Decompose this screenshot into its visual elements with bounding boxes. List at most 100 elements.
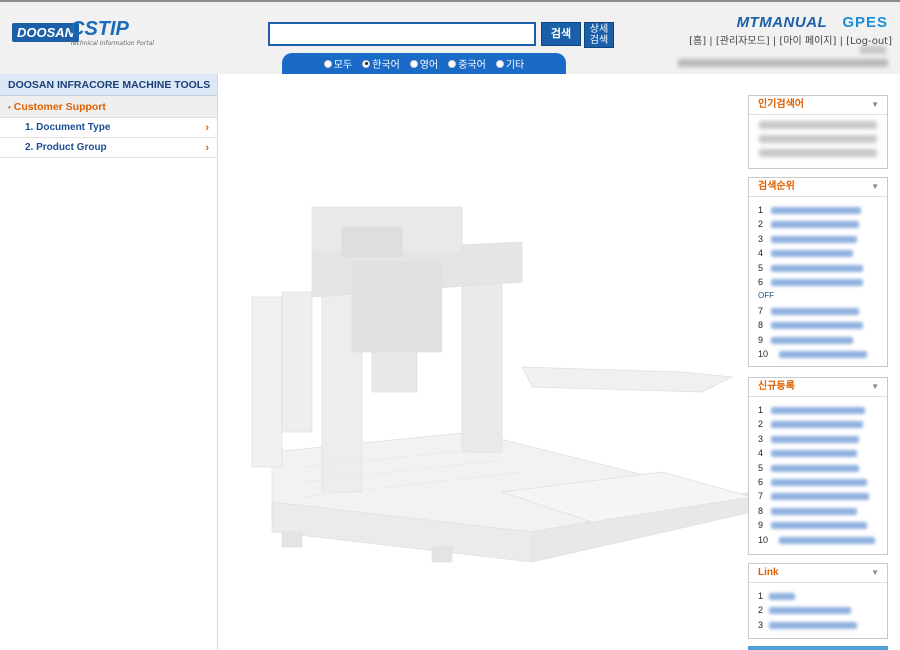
new-item-link-blurred[interactable] <box>771 450 857 458</box>
chevron-down-icon[interactable]: ▼ <box>871 178 879 196</box>
rank-number: 10 <box>758 348 769 359</box>
list-item[interactable]: 9 <box>749 333 887 347</box>
new-item-link-blurred[interactable] <box>771 478 867 486</box>
widget-title: 검색순위 ▼ <box>749 178 887 197</box>
link-item-blurred[interactable] <box>769 621 857 629</box>
item-number: 5 <box>758 462 764 473</box>
user-name-blurred <box>860 46 886 54</box>
sidebar-item-label: 1. Document Type <box>25 122 111 133</box>
rank-link-blurred[interactable] <box>771 207 861 214</box>
list-item[interactable]: 5 <box>749 461 887 475</box>
link-separator: | <box>839 36 843 47</box>
lang-label: 기타 <box>505 60 525 71</box>
list-item[interactable]: 4 <box>749 446 887 460</box>
chevron-down-icon[interactable]: ▼ <box>871 564 879 582</box>
item-number: 7 <box>758 491 764 502</box>
list-item[interactable]: 4 <box>749 246 887 260</box>
rank-number: 9 <box>758 334 764 345</box>
search-button[interactable]: 검색 <box>541 22 581 46</box>
list-item[interactable]: 10 <box>749 533 887 547</box>
list-item[interactable]: 2 <box>749 217 887 231</box>
chevron-right-icon: › <box>205 142 209 154</box>
rank-link-blurred[interactable] <box>771 250 853 258</box>
chevron-down-icon[interactable]: ▼ <box>871 96 879 114</box>
lang-other[interactable]: 기타 <box>495 56 525 71</box>
list-item[interactable]: 7 <box>749 489 887 503</box>
list-item[interactable]: 5 <box>749 261 887 275</box>
brand-logos: MTMANUAL GPES <box>737 12 888 31</box>
lang-chinese[interactable]: 중국어 <box>448 56 486 71</box>
radio-selected-icon <box>362 59 371 68</box>
search-input[interactable] <box>268 22 536 46</box>
new-item-link-blurred[interactable] <box>771 407 865 414</box>
list-item[interactable]: 3 <box>749 232 887 246</box>
mtmanual-logo[interactable]: MTMANUAL <box>737 14 828 31</box>
list-item[interactable]: 7 <box>749 304 887 318</box>
list-item[interactable]: 1 <box>749 203 887 217</box>
rank-number: 4 <box>758 248 764 259</box>
rank-off-label: OFF <box>758 291 774 301</box>
list-item[interactable]: 3 <box>749 618 887 632</box>
lang-korean[interactable]: 한국어 <box>362 56 400 71</box>
lang-english[interactable]: 영어 <box>409 56 438 71</box>
new-item-link-blurred[interactable] <box>771 522 867 530</box>
sidebar-item-customer-support[interactable]: • Customer Support <box>0 96 217 118</box>
popular-keywords-blurred <box>759 149 877 157</box>
home-link[interactable]: [홈] <box>689 36 706 47</box>
rank-number: 5 <box>758 262 764 273</box>
advanced-search-button[interactable]: 상세 검색 <box>584 22 614 48</box>
machine-tool-image <box>251 206 752 563</box>
my-page-link[interactable]: [마이 페이지] <box>779 36 836 47</box>
new-item-link-blurred[interactable] <box>771 464 859 472</box>
list-item[interactable]: 6 <box>749 275 887 289</box>
rank-link-blurred[interactable] <box>771 278 863 286</box>
item-number: 1 <box>758 405 764 415</box>
list-item[interactable]: 3 <box>749 432 887 446</box>
list-item[interactable]: 1 <box>749 403 887 417</box>
widget-title: 신규등록 ▼ <box>749 378 887 397</box>
rank-link-blurred[interactable] <box>771 221 859 229</box>
list-item[interactable]: 9 <box>749 518 887 532</box>
link-item-blurred[interactable] <box>769 593 795 600</box>
sidebar-item-document-type[interactable]: 1. Document Type › <box>0 118 217 138</box>
item-number: 2 <box>758 419 764 430</box>
list-item[interactable]: 6 <box>749 475 887 489</box>
list-item[interactable]: 8 <box>749 504 887 518</box>
chevron-down-icon[interactable]: ▼ <box>871 378 879 396</box>
list-item[interactable]: 10 <box>749 347 887 361</box>
rank-link-blurred[interactable] <box>771 322 863 330</box>
new-item-link-blurred[interactable] <box>771 493 869 501</box>
sidebar: DOOSAN INFRACORE MACHINE TOOLS • Custome… <box>0 74 218 650</box>
link-widget: Link ▼ 1 2 3 <box>748 563 888 639</box>
sidebar-item-product-group[interactable]: 2. Product Group › <box>0 138 217 158</box>
lang-all[interactable]: 모두 <box>323 56 353 71</box>
rank-link-blurred[interactable] <box>771 336 853 344</box>
new-item-link-blurred[interactable] <box>771 421 863 429</box>
rank-number: 8 <box>758 320 764 331</box>
new-item-link-blurred[interactable] <box>779 536 875 544</box>
list-item: OFF <box>749 289 887 303</box>
item-number: 1 <box>758 591 764 601</box>
popular-search-title: 인기검색어 <box>758 99 804 110</box>
sidebar-item-label: 2. Product Group <box>25 142 107 153</box>
gpes-logo[interactable]: GPES <box>842 14 888 31</box>
cstip-logo[interactable]: DOOSAN CSTIP Technical Information Porta… <box>12 18 154 47</box>
chevron-right-icon: › <box>205 122 209 134</box>
list-item[interactable]: 2 <box>749 417 887 431</box>
rank-link-blurred[interactable] <box>771 235 857 243</box>
admin-mode-link[interactable]: [관리자모드] <box>716 36 770 47</box>
top-links: [홈] | [관리자모드] | [마이 페이지] | [Log-out] <box>689 32 892 47</box>
list-item[interactable]: 2 <box>749 603 887 617</box>
rank-link-blurred[interactable] <box>771 264 863 272</box>
link-item-blurred[interactable] <box>769 607 851 615</box>
list-item[interactable]: 8 <box>749 318 887 332</box>
rank-link-blurred[interactable] <box>771 307 859 315</box>
new-item-link-blurred[interactable] <box>771 507 857 515</box>
rank-number: 1 <box>758 205 764 215</box>
radio-icon <box>323 59 332 68</box>
rank-link-blurred[interactable] <box>779 350 867 358</box>
new-item-link-blurred[interactable] <box>771 435 859 443</box>
new-registration-widget: 신규등록 ▼ 1 2 3 4 5 6 7 8 9 10 <box>748 377 888 555</box>
list-item[interactable]: 1 <box>749 589 887 603</box>
lang-label: 모두 <box>333 60 353 71</box>
